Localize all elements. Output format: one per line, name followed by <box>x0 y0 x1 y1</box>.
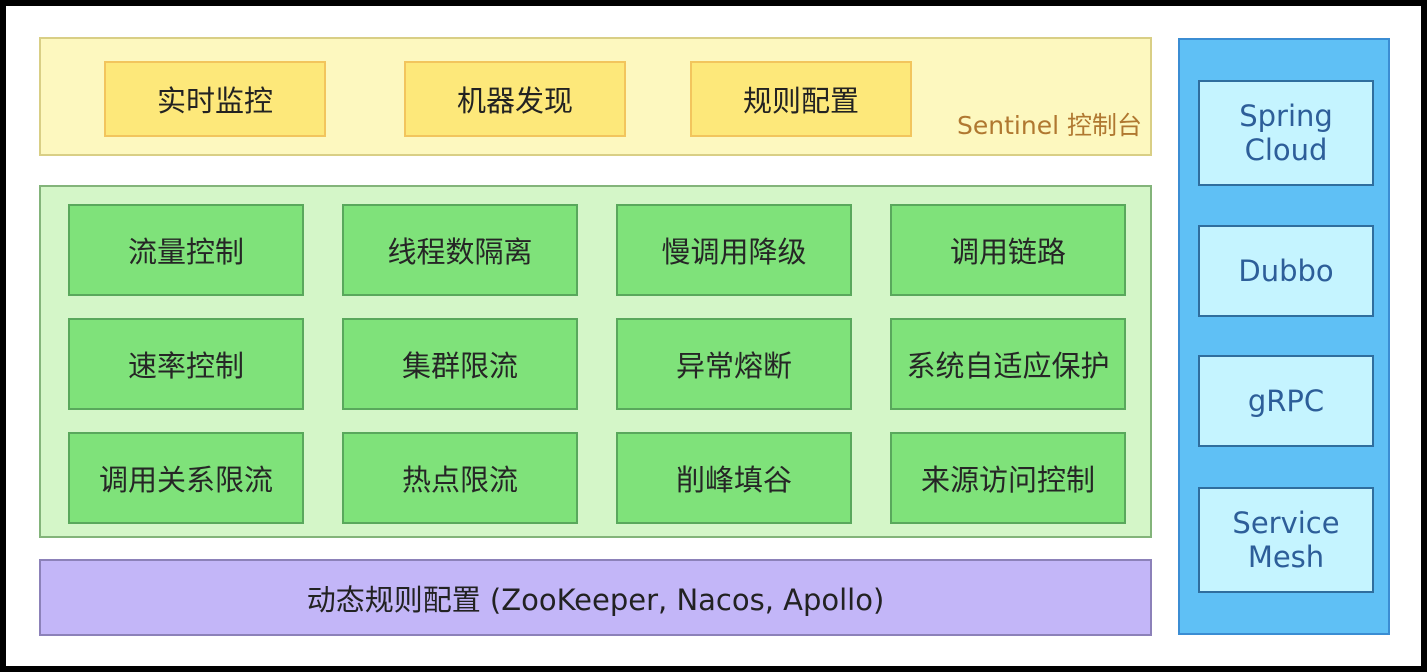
feature-panel: 流量控制 线程数隔离 慢调用降级 调用链路 速率控制 集群限流 异常熔断 系统自… <box>39 185 1152 538</box>
console-item-machine-discovery: 机器发现 <box>404 61 626 137</box>
feature-relation-limit: 调用关系限流 <box>68 432 304 524</box>
framework-service-mesh: Service Mesh <box>1198 487 1374 593</box>
feature-flow-control: 流量控制 <box>68 204 304 296</box>
feature-system-adaptive-protection: 系统自适应保护 <box>890 318 1126 410</box>
feature-call-chain: 调用链路 <box>890 204 1126 296</box>
feature-thread-isolation: 线程数隔离 <box>342 204 578 296</box>
framework-spring-cloud: Spring Cloud <box>1198 80 1374 186</box>
feature-exception-circuit-break: 异常熔断 <box>616 318 852 410</box>
feature-cluster-limit: 集群限流 <box>342 318 578 410</box>
console-panel-label: Sentinel 控制台 <box>957 111 1142 140</box>
framework-panel: Spring Cloud Dubbo gRPC Service Mesh <box>1178 38 1390 635</box>
architecture-diagram: 实时监控 机器发现 规则配置 Sentinel 控制台 流量控制 线程数隔离 慢… <box>6 6 1421 666</box>
feature-origin-access-control: 来源访问控制 <box>890 432 1126 524</box>
sentinel-console-panel: 实时监控 机器发现 规则配置 Sentinel 控制台 <box>39 37 1152 156</box>
feature-peak-shaving: 削峰填谷 <box>616 432 852 524</box>
dynamic-rule-config-panel: 动态规则配置 (ZooKeeper, Nacos, Apollo) <box>39 559 1152 636</box>
feature-slow-call-degrade: 慢调用降级 <box>616 204 852 296</box>
framework-dubbo: Dubbo <box>1198 225 1374 317</box>
feature-rate-control: 速率控制 <box>68 318 304 410</box>
framework-grpc: gRPC <box>1198 355 1374 447</box>
console-item-realtime-monitoring: 实时监控 <box>104 61 326 137</box>
feature-hotspot-limit: 热点限流 <box>342 432 578 524</box>
console-item-rule-config: 规则配置 <box>690 61 912 137</box>
